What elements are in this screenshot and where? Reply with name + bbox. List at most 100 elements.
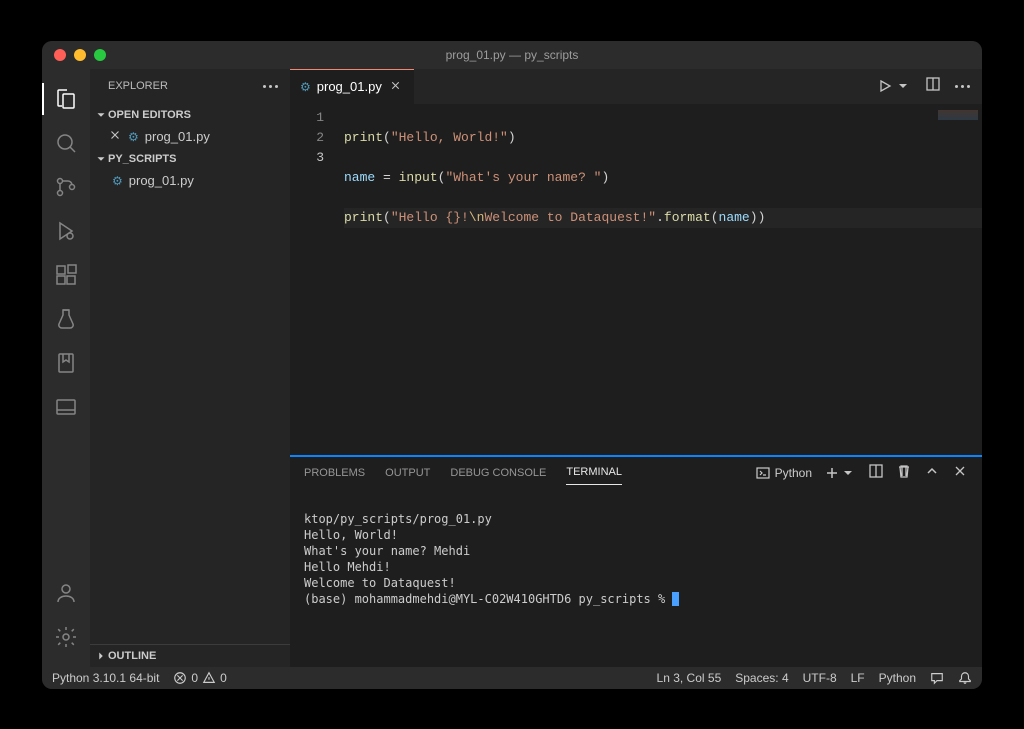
terminal-kind-label: Python	[775, 466, 812, 480]
code-token: "Hello {}!	[391, 210, 469, 225]
maximize-window-button[interactable]	[94, 49, 106, 61]
folder-label: PY_SCRIPTS	[108, 153, 176, 165]
python-file-icon: ⚙	[300, 80, 311, 94]
close-icon[interactable]	[108, 128, 124, 145]
code-token: "What's your name? "	[445, 170, 601, 185]
terminal-line: What's your name? Mehdi	[304, 544, 470, 558]
folder-section[interactable]: PY_SCRIPTS	[90, 148, 290, 170]
status-encoding[interactable]: UTF-8	[803, 671, 837, 685]
close-panel-icon[interactable]	[952, 463, 968, 482]
chevron-right-icon	[94, 649, 108, 663]
terminal-cursor	[672, 592, 679, 606]
problems-tab[interactable]: PROBLEMS	[304, 461, 365, 485]
output-tab[interactable]: OUTPUT	[385, 461, 430, 485]
minimize-window-button[interactable]	[74, 49, 86, 61]
code-token: )	[601, 170, 609, 185]
more-actions-icon[interactable]	[955, 85, 970, 88]
terminal-line: ktop/py_scripts/prog_01.py	[304, 512, 492, 526]
run-debug-icon[interactable]	[42, 209, 90, 253]
code-token: input	[399, 170, 438, 185]
editor-actions	[877, 69, 982, 104]
explorer-header: EXPLORER	[90, 69, 290, 104]
explorer-sidebar: EXPLORER OPEN EDITORS ⚙ prog_01.py PY_SC…	[90, 69, 290, 667]
testing-icon[interactable]	[42, 297, 90, 341]
code-token: =	[375, 170, 398, 185]
split-terminal-icon[interactable]	[868, 463, 884, 482]
debug-console-tab[interactable]: DEBUG CONSOLE	[450, 461, 546, 485]
new-terminal-icon[interactable]	[824, 465, 856, 481]
line-gutter: 1 2 3	[290, 104, 344, 455]
open-editors-section[interactable]: OPEN EDITORS	[90, 104, 290, 126]
code-token: .	[656, 210, 664, 225]
extensions-icon[interactable]	[42, 253, 90, 297]
panel-tabs: PROBLEMS OUTPUT DEBUG CONSOLE TERMINAL P…	[290, 457, 982, 489]
terminal-icon	[755, 465, 771, 481]
code-token: (	[383, 210, 391, 225]
more-actions-icon[interactable]	[263, 85, 278, 88]
code-token: name	[719, 210, 750, 225]
account-icon[interactable]	[42, 571, 90, 615]
explorer-icon[interactable]	[42, 77, 90, 121]
minimap[interactable]	[938, 110, 978, 120]
source-control-icon[interactable]	[42, 165, 90, 209]
open-editor-item[interactable]: ⚙ prog_01.py	[90, 126, 290, 148]
status-cursor-position[interactable]: Ln 3, Col 55	[657, 671, 722, 685]
chevron-down-icon	[94, 152, 108, 166]
code-token: Welcome to Dataquest!"	[484, 210, 656, 225]
terminal-tab[interactable]: TERMINAL	[566, 460, 622, 485]
code-token: )	[750, 210, 758, 225]
terminal-prompt: (base) mohammadmehdi@MYL-C02W410GHTD6 py…	[304, 592, 672, 606]
traffic-lights	[54, 49, 106, 61]
code-token: print	[344, 130, 383, 145]
terminal-line: Hello Mehdi!	[304, 560, 391, 574]
code-content[interactable]: print("Hello, World!") name = input("Wha…	[344, 104, 982, 455]
activity-bar	[42, 69, 90, 667]
feedback-icon[interactable]	[930, 671, 944, 685]
status-indentation[interactable]: Spaces: 4	[735, 671, 788, 685]
terminal-kind[interactable]: Python	[755, 465, 812, 481]
code-editor[interactable]: 1 2 3 print("Hello, World!") name = inpu…	[290, 104, 982, 455]
editor-tab[interactable]: ⚙ prog_01.py	[290, 69, 414, 104]
status-errors-count: 0	[191, 671, 198, 685]
tab-label: prog_01.py	[317, 79, 382, 94]
status-eol[interactable]: LF	[851, 671, 865, 685]
terminal-output[interactable]: ktop/py_scripts/prog_01.py Hello, World!…	[290, 489, 982, 667]
close-window-button[interactable]	[54, 49, 66, 61]
python-file-icon: ⚙	[128, 130, 139, 144]
search-icon[interactable]	[42, 121, 90, 165]
close-tab-icon[interactable]	[388, 79, 404, 95]
bookmark-icon[interactable]	[42, 341, 90, 385]
status-bar: Python 3.10.1 64-bit 0 0 Ln 3, Col 55 Sp…	[42, 667, 982, 689]
kill-terminal-icon[interactable]	[896, 463, 912, 482]
titlebar[interactable]: prog_01.py — py_scripts	[42, 41, 982, 69]
warning-icon	[202, 671, 216, 685]
code-token: print	[344, 210, 383, 225]
panel-icon[interactable]	[42, 385, 90, 429]
code-token: )	[758, 210, 766, 225]
settings-gear-icon[interactable]	[42, 615, 90, 659]
code-token: name	[344, 170, 375, 185]
window-title: prog_01.py — py_scripts	[446, 48, 579, 62]
code-token: (	[711, 210, 719, 225]
chevron-down-icon	[895, 78, 911, 94]
split-editor-icon[interactable]	[925, 76, 941, 97]
maximize-panel-icon[interactable]	[924, 463, 940, 482]
outline-section[interactable]: OUTLINE	[90, 645, 290, 667]
tab-bar: ⚙ prog_01.py	[290, 69, 982, 104]
code-token: "Hello, World!"	[391, 130, 508, 145]
line-number: 3	[290, 148, 324, 168]
run-icon[interactable]	[877, 78, 911, 94]
status-language[interactable]: Python	[879, 671, 916, 685]
file-tree-item[interactable]: ⚙ prog_01.py	[90, 170, 290, 192]
terminal-line: Hello, World!	[304, 528, 398, 542]
app-window: prog_01.py — py_scripts	[42, 41, 982, 689]
explorer-title: EXPLORER	[108, 80, 168, 92]
notifications-icon[interactable]	[958, 671, 972, 685]
file-tree-filename: prog_01.py	[129, 173, 194, 188]
python-file-icon: ⚙	[112, 174, 123, 188]
status-problems[interactable]: 0 0	[173, 671, 226, 685]
code-token: )	[508, 130, 516, 145]
chevron-down-icon	[94, 108, 108, 122]
line-number: 1	[290, 108, 324, 128]
status-python-version[interactable]: Python 3.10.1 64-bit	[52, 671, 159, 685]
